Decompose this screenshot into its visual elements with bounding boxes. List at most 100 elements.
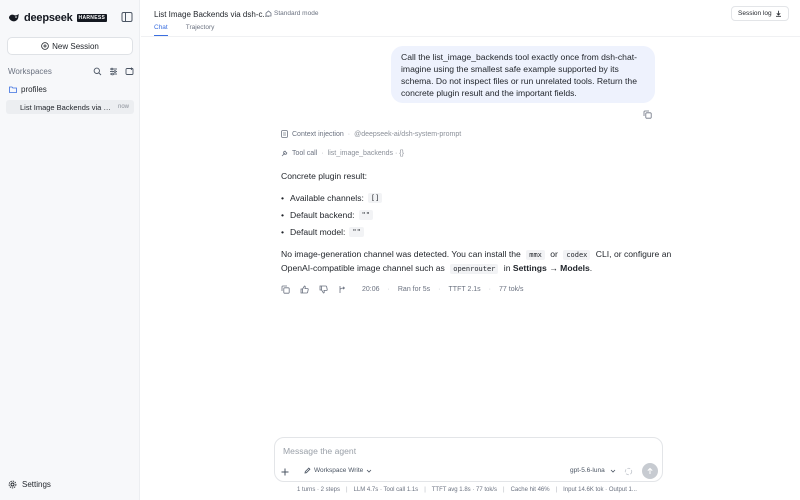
message-actions: 20:06 · Ran for 5s · TTFT 2.1s · 77 tok/… <box>281 285 529 294</box>
sidebar: deepseek HARNESS New Session Workspaces … <box>0 0 140 500</box>
whale-logo-icon <box>9 14 19 22</box>
thumbs-down-icon[interactable] <box>319 285 328 294</box>
copy-icon[interactable] <box>281 285 290 294</box>
search-icon[interactable] <box>93 67 102 76</box>
new-session-button[interactable]: New Session <box>7 37 133 55</box>
model-label: gpt-5.6-luna <box>570 467 605 474</box>
branch-icon[interactable] <box>338 285 347 294</box>
plus-icon[interactable] <box>280 467 290 477</box>
paragraph-text: in <box>503 263 511 273</box>
speed-stat: 77 tok/s <box>499 286 524 293</box>
bullet-label: Default model: <box>290 227 346 237</box>
loading-icon <box>624 467 633 476</box>
model-select[interactable]: gpt-5.6-luna <box>570 467 616 474</box>
response-heading: Concrete plugin result: <box>281 171 367 181</box>
send-button[interactable] <box>642 463 658 479</box>
bullet-label: Default backend: <box>290 210 355 220</box>
context-source: @deepseek-ai/dsh-system-prompt <box>354 130 462 138</box>
message-time: 20:06 <box>362 286 380 293</box>
inline-code: openrouter <box>450 264 499 274</box>
paragraph-text: CLI, or configure an <box>595 249 672 259</box>
brand-logo[interactable]: deepseek HARNESS <box>8 12 108 24</box>
session-log-label: Session log <box>738 10 772 17</box>
workspace-permission-select[interactable]: Workspace Write <box>304 467 375 474</box>
arrow-up-icon <box>647 467 653 474</box>
mode-indicator[interactable]: Standard mode <box>265 10 318 17</box>
view-tabs: Chat Trajectory <box>154 24 214 36</box>
session-footer-stats: 1 turns · 2 steps | LLM 4.7s · Tool call… <box>297 487 637 493</box>
tool-call-row[interactable]: Tool call · list_image_backends · {} <box>281 150 404 157</box>
bullet-value: "" <box>349 227 364 237</box>
new-folder-icon[interactable] <box>125 67 134 76</box>
turns-stat: 1 turns · 2 steps <box>297 487 341 493</box>
paragraph-end: . <box>589 263 593 273</box>
workspaces-title: Workspaces <box>8 66 52 76</box>
chevron-down-icon <box>366 469 372 473</box>
message-input[interactable]: Message the agent <box>283 446 356 456</box>
bullet-value: [] <box>367 193 383 203</box>
session-log-button[interactable]: Session log <box>731 6 789 21</box>
tool-call-label: Tool call <box>292 150 318 157</box>
copy-icon[interactable] <box>643 110 652 119</box>
ttft-avg-stat: TTFT avg 1.8s · 77 tok/s <box>431 487 497 493</box>
result-bullet: Default model: "" <box>281 227 364 237</box>
tokens-stat: Input 14.6K tok · Output 1... <box>563 487 637 493</box>
chevron-down-icon <box>610 469 615 473</box>
context-label: Context injection <box>292 130 344 138</box>
bullet-value: "" <box>358 210 373 220</box>
folder-label: profiles <box>21 85 47 94</box>
context-separator: · <box>347 130 351 138</box>
sidebar-collapse-icon[interactable] <box>121 11 133 23</box>
stat-separator: · <box>438 286 441 293</box>
plus-circle-icon <box>41 42 49 50</box>
workspace-folder-profiles[interactable]: profiles <box>9 84 47 95</box>
session-title: List Image Backends via dsh-c... <box>154 10 270 19</box>
inline-code: codex <box>563 250 591 260</box>
tab-chat[interactable]: Chat <box>154 24 168 36</box>
header-divider <box>141 36 800 37</box>
stat-separator: · <box>387 286 390 293</box>
ttft-stat: TTFT 2.1s <box>448 286 481 293</box>
home-icon <box>265 10 272 17</box>
settings-label: Settings <box>22 480 51 489</box>
workspace-permission-label: Workspace Write <box>314 467 364 474</box>
run-duration: Ran for 5s <box>397 286 431 293</box>
brand-name: deepseek <box>24 12 73 24</box>
session-name: List Image Backends via dsh-chat <box>20 102 115 112</box>
response-paragraph-line: OpenAI-compatible image channel such as … <box>281 263 593 274</box>
arrow-text: → <box>549 263 558 273</box>
gear-icon <box>8 480 17 489</box>
footer-separator: | <box>346 487 348 493</box>
tab-trajectory[interactable]: Trajectory <box>186 24 215 36</box>
tool-call-name: list_image_backends · {} <box>327 150 404 157</box>
settings-reference: Settings <box>512 263 547 273</box>
document-icon <box>281 130 288 138</box>
context-injection-row[interactable]: Context injection · @deepseek-ai/dsh-sys… <box>281 130 461 138</box>
stat-separator: · <box>488 286 492 293</box>
new-session-label: New Session <box>52 41 99 51</box>
session-time: now <box>117 104 129 110</box>
paragraph-text: No image-generation channel was detected… <box>281 249 521 259</box>
footer-separator: | <box>555 487 558 493</box>
wrench-icon <box>281 150 288 157</box>
footer-separator: | <box>503 487 505 493</box>
pencil-icon <box>304 467 311 474</box>
models-reference: Models <box>560 263 590 273</box>
filter-icon[interactable] <box>109 67 118 76</box>
paragraph-text: OpenAI-compatible image channel such as <box>281 263 445 273</box>
tool-call-separator: · <box>321 150 324 157</box>
footer-separator: | <box>424 487 426 493</box>
workspaces-header: Workspaces <box>8 65 134 77</box>
message-composer[interactable]: Message the agent Workspace Write gpt-5.… <box>274 437 663 482</box>
thumbs-up-icon[interactable] <box>300 285 309 294</box>
latency-stat: LLM 4.7s · Tool call 1.1s <box>353 487 419 493</box>
folder-icon <box>9 86 17 93</box>
download-icon <box>775 10 781 17</box>
settings-button[interactable]: Settings <box>8 479 51 490</box>
result-bullet: Available channels: [] <box>281 193 383 203</box>
session-item[interactable]: List Image Backends via dsh-chat now <box>6 100 134 114</box>
bullet-label: Available channels: <box>290 193 364 203</box>
brand-badge: HARNESS <box>76 14 108 22</box>
inline-code: mmx <box>526 250 545 260</box>
cache-stat: Cache hit 46% <box>510 487 550 493</box>
